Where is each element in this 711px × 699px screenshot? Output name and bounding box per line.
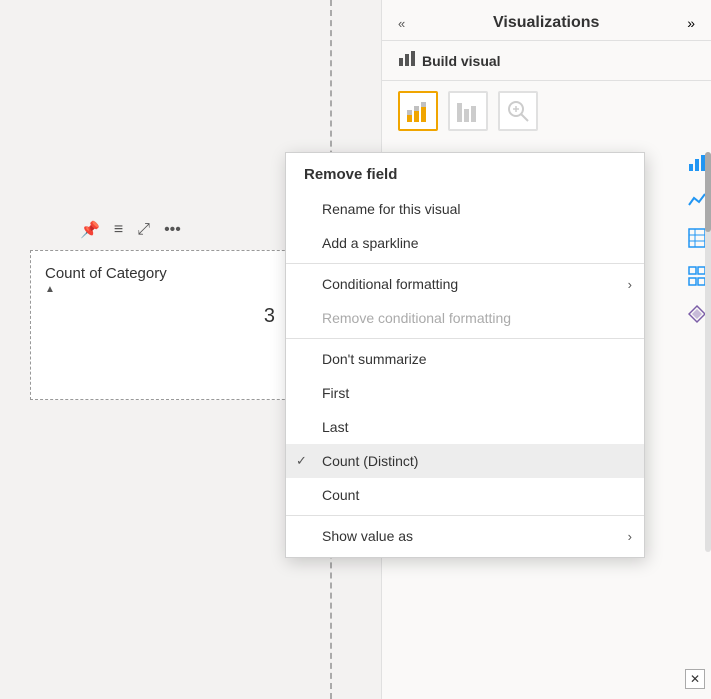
menu-divider: [286, 515, 644, 516]
menu-item-label: Show value as: [322, 528, 413, 544]
panel-scrollbar[interactable]: [705, 152, 711, 552]
visual-card-toolbar: 📌 ≡ ⤢ •••: [80, 220, 181, 240]
menu-item-dont-summarize[interactable]: Don't summarize: [286, 342, 644, 376]
viz-panel-collapse[interactable]: «: [398, 16, 405, 31]
menu-item-label: First: [322, 385, 349, 401]
menu-item-rename-visual[interactable]: Rename for this visual: [286, 192, 644, 226]
more-icon[interactable]: •••: [164, 221, 181, 239]
expand-icon[interactable]: ⤢: [137, 221, 150, 239]
chart-icons-row: [382, 81, 711, 141]
menu-item-label: Last: [322, 419, 348, 435]
context-menu: Remove field Rename for this visual Add a …: [285, 152, 645, 558]
menu-item-label: Remove field: [304, 166, 397, 183]
submenu-arrow-icon: ›: [628, 277, 632, 292]
submenu-arrow-icon: ›: [628, 529, 632, 544]
build-visual-label: Build visual: [422, 53, 501, 69]
viz-panel-title: Visualizations: [493, 14, 599, 32]
viz-panel-expand[interactable]: »: [687, 15, 695, 31]
filter-icon[interactable]: ≡: [114, 221, 123, 239]
menu-item-label: Count: [322, 487, 359, 503]
menu-item-conditional-formatting[interactable]: Conditional formatting ›: [286, 267, 644, 301]
search-chart-btn[interactable]: [498, 91, 538, 131]
menu-item-remove-field[interactable]: Remove field: [286, 157, 644, 192]
close-button[interactable]: ✕: [685, 669, 705, 689]
menu-item-add-sparkline[interactable]: Add a sparkline: [286, 226, 644, 260]
menu-divider: [286, 263, 644, 264]
menu-item-label: Conditional formatting: [322, 276, 458, 292]
build-visual-row[interactable]: Build visual: [382, 41, 711, 81]
sort-icon[interactable]: ▲: [45, 284, 55, 295]
scrollbar-thumb[interactable]: [705, 152, 711, 232]
viz-panel-header: « Visualizations »: [382, 0, 711, 41]
build-visual-chart-icon: [398, 49, 416, 72]
menu-item-remove-conditional: Remove conditional formatting: [286, 301, 644, 335]
menu-item-count-distinct[interactable]: ✓ Count (Distinct): [286, 444, 644, 478]
menu-item-label: Don't summarize: [322, 351, 427, 367]
check-icon: ✓: [296, 453, 307, 469]
menu-item-label: Remove conditional formatting: [322, 310, 511, 326]
menu-item-label: Count (Distinct): [322, 453, 418, 469]
menu-item-first[interactable]: First: [286, 376, 644, 410]
menu-item-show-value-as[interactable]: Show value as ›: [286, 519, 644, 553]
stacked-bar-chart-btn[interactable]: [398, 91, 438, 131]
visual-card-title: Count of Category: [45, 265, 167, 282]
menu-divider: [286, 338, 644, 339]
clustered-bar-chart-btn[interactable]: [448, 91, 488, 131]
visual-card: Count of Category ▲ 3: [30, 250, 310, 400]
menu-item-count[interactable]: Count: [286, 478, 644, 512]
menu-item-label: Add a sparkline: [322, 235, 419, 251]
menu-item-last[interactable]: Last: [286, 410, 644, 444]
pin-icon[interactable]: 📌: [80, 220, 100, 240]
arrow-left-icon[interactable]: «: [398, 16, 405, 31]
menu-item-label: Rename for this visual: [322, 201, 461, 217]
arrow-right-icon[interactable]: »: [687, 15, 695, 31]
